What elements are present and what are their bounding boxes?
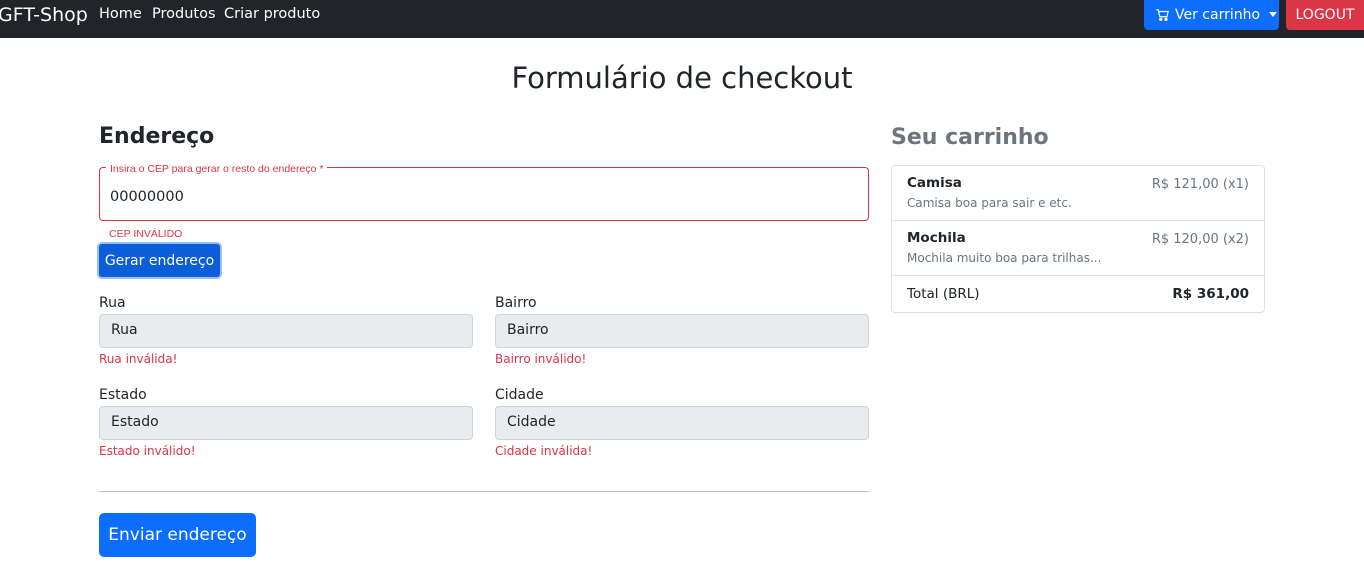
cart-item-price: R$ 120,00 (x2) [1151, 232, 1249, 247]
generate-address-button[interactable]: Gerar endereço [97, 242, 222, 279]
cart-list: Camisa Camisa boa para sair e etc. R$ 12… [891, 165, 1265, 313]
cep-error-text: CEP INVÁLIDO [109, 228, 183, 240]
page-title: Formulário de checkout [511, 61, 853, 95]
cidade-input[interactable]: Cidade [495, 406, 869, 440]
cart-total-label: Total (BRL) [907, 286, 980, 302]
cart-item-description: Mochila muito boa para trilhas... [907, 251, 1102, 265]
cidade-error-text: Cidade inválida! [495, 444, 593, 458]
cart-total-row: Total (BRL) R$ 361,00 [892, 276, 1264, 312]
submit-address-button[interactable]: Enviar endereço [99, 513, 256, 557]
estado-label: Estado [99, 387, 147, 403]
cart-total-value: R$ 361,00 [1172, 286, 1249, 302]
rua-input[interactable]: Rua [99, 314, 473, 348]
cart-title: Seu carrinho [891, 125, 1049, 150]
cart-item: Mochila Mochila muito boa para trilhas..… [892, 221, 1264, 276]
cart-item-price: R$ 121,00 (x1) [1151, 177, 1249, 192]
view-cart-button[interactable]: Ver carrinho [1144, 0, 1279, 30]
estado-input[interactable]: Estado [99, 406, 473, 440]
nav-link-criar-produto[interactable]: Criar produto [224, 6, 320, 22]
nav-link-home[interactable]: Home [99, 6, 142, 22]
cep-floating-label: Insira o CEP para gerar o resto do ender… [106, 163, 328, 175]
caret-down-icon [1269, 11, 1278, 17]
cep-value[interactable]: 00000000 [110, 189, 184, 205]
bairro-input[interactable]: Bairro [495, 314, 869, 348]
logout-button[interactable]: LOGOUT [1286, 0, 1364, 30]
rua-error-text: Rua inválida! [99, 352, 178, 366]
cart-item: Camisa Camisa boa para sair e etc. R$ 12… [892, 166, 1264, 221]
form-divider [99, 491, 869, 492]
cart-icon [1156, 9, 1169, 21]
cart-item-name: Camisa [907, 175, 962, 191]
cart-item-description: Camisa boa para sair e etc. [907, 196, 1072, 210]
cart-item-name: Mochila [907, 230, 966, 246]
cep-input[interactable] [99, 167, 869, 221]
bairro-error-text: Bairro inválido! [495, 352, 587, 366]
nav-link-produtos[interactable]: Produtos [152, 6, 216, 22]
navbar: GFT-Shop Home Produtos Criar produto Ver… [0, 0, 1364, 38]
view-cart-label: Ver carrinho [1175, 7, 1261, 23]
estado-error-text: Estado inválido! [99, 444, 196, 458]
cidade-label: Cidade [495, 387, 544, 403]
address-section-title: Endereço [99, 124, 215, 149]
bairro-label: Bairro [495, 295, 537, 311]
brand-logo[interactable]: GFT-Shop [0, 4, 88, 26]
rua-label: Rua [99, 295, 126, 311]
